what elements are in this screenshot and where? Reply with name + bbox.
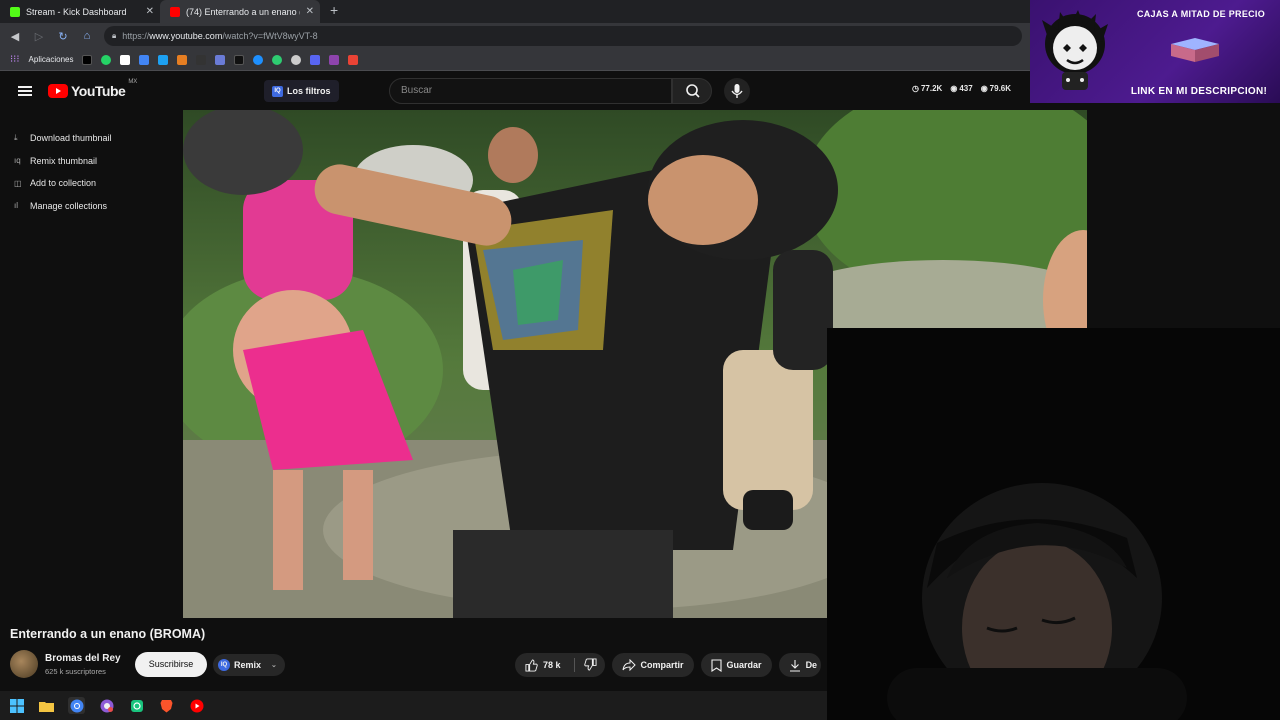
bookmark-icon[interactable] [82, 54, 93, 65]
bookmark-icon [710, 658, 722, 672]
download-icon: ⤓ [14, 133, 18, 143]
youtube-icon [170, 6, 180, 17]
close-tab-icon[interactable]: ✕ [306, 6, 314, 17]
kick-icon [10, 6, 20, 17]
file-explorer-icon[interactable] [38, 697, 55, 714]
share-button[interactable]: Compartir [611, 653, 694, 677]
thumbs-up-icon [525, 658, 538, 672]
thumbnail-extension-menu: ⤓ Download thumbnail ıq Remix thumbnail … [0, 127, 132, 217]
iq-icon: IQ [272, 85, 283, 97]
chrome-icon[interactable] [68, 697, 85, 714]
bookmark-icon[interactable] [158, 54, 169, 65]
thumbs-down-icon [583, 657, 597, 671]
menu-icon[interactable] [18, 84, 32, 98]
windows-start-icon[interactable] [8, 697, 25, 714]
whatsapp-icon[interactable] [101, 54, 112, 65]
tab-youtube-video[interactable]: (74) Enterrando a un enano (BRO ✕ [160, 0, 320, 23]
bookmark-icon[interactable] [139, 54, 150, 65]
promo-bottom-text: LINK EN MI DESCRIPCION! [1130, 86, 1268, 97]
eye-icon: ◉ [980, 84, 988, 93]
gmail-icon[interactable] [348, 54, 359, 65]
views-icon: ◷ [912, 84, 919, 93]
search-input[interactable]: Buscar [389, 78, 672, 104]
divider [573, 658, 575, 672]
bookmark-icon[interactable] [272, 54, 283, 65]
back-icon[interactable]: ◀ [8, 30, 22, 43]
search-button[interactable] [672, 78, 712, 104]
download-icon [789, 659, 800, 672]
like-button[interactable]: 78 k [525, 658, 561, 672]
mascot-logo [1042, 10, 1108, 90]
voice-search-button[interactable] [724, 78, 750, 104]
bookmark-icon[interactable] [215, 54, 226, 65]
browser-tab-bar: Stream - Kick Dashboard ✕ (74) Enterrand… [0, 0, 1030, 23]
lock-icon: 🔒︎ [112, 31, 117, 40]
tab-kick-dashboard[interactable]: Stream - Kick Dashboard ✕ [0, 0, 160, 23]
avatar[interactable] [10, 650, 38, 678]
remix-button[interactable]: IQ Remix ⌄ [213, 654, 285, 676]
channel-info[interactable]: Bromas del Rey 625 k suscriptores [10, 650, 121, 678]
url-text: https://www.youtube.com/watch?v=fWtV8wyV… [122, 31, 318, 41]
stream-stats: ◷ 77.2K ◉ 437 ◉ 79.6K [912, 84, 1012, 93]
close-tab-icon[interactable]: ✕ [146, 6, 154, 17]
subscriber-count: 625 k suscriptores [45, 666, 106, 676]
brave-icon[interactable] [158, 697, 175, 714]
webcam-overlay [827, 328, 1280, 720]
share-icon [622, 659, 636, 671]
youtube-logo[interactable]: YouTube MX [48, 79, 137, 99]
remix-icon: ıq [14, 156, 21, 166]
tab-title: (74) Enterrando a un enano (BRO [186, 6, 300, 17]
bookmark-apps[interactable]: Aplicaciones [29, 55, 74, 64]
address-bar[interactable]: 🔒︎ https://www.youtube.com/watch?v=fWtV8… [104, 26, 1022, 46]
bookmarks-bar: ⁝⁝⁝ Aplicaciones [0, 49, 1030, 71]
subscribe-button[interactable]: Suscribirse [135, 652, 207, 677]
forward-icon[interactable]: ▷ [32, 30, 46, 43]
iq-icon: IQ [218, 659, 230, 671]
bookmark-icon[interactable] [253, 54, 264, 65]
youtube-app-icon[interactable] [188, 697, 205, 714]
collections-icon: ıl [14, 201, 18, 211]
search-icon [686, 84, 700, 98]
bookmark-icon[interactable] [120, 54, 131, 65]
filters-button[interactable]: IQ Los filtros [264, 80, 339, 102]
reload-icon[interactable]: ↻ [56, 30, 70, 43]
apps-grid-icon[interactable]: ⁝⁝⁝ [10, 54, 20, 65]
home-icon[interactable]: ⌂ [80, 30, 94, 42]
browser-toolbar: ◀ ▷ ↻ ⌂ 🔒︎ https://www.youtube.com/watch… [0, 23, 1030, 49]
channel-name[interactable]: Bromas del Rey [45, 653, 121, 664]
eye-icon: ◉ [950, 84, 958, 93]
menu-remix-thumbnail[interactable]: ıq Remix thumbnail [0, 150, 132, 173]
menu-add-to-collection[interactable]: ◫ Add to collection [0, 172, 132, 195]
save-button[interactable]: Guardar [700, 653, 772, 677]
chevron-down-icon[interactable]: ⌄ [271, 661, 277, 669]
bookmark-icon[interactable] [310, 54, 321, 65]
youtube-header: YouTube MX IQ Los filtros Buscar ◷ 77.2K … [0, 72, 1030, 110]
menu-manage-collections[interactable]: ıl Manage collections [0, 195, 132, 218]
video-title: Enterrando a un enano (BROMA) [10, 627, 206, 641]
stream-promo-banner: CAJAS A MITAD DE PRECIO LINK EN MI DESCR… [1030, 0, 1280, 103]
promo-top-text: CAJAS A MITAD DE PRECIO [1136, 9, 1266, 19]
dislike-button[interactable] [583, 657, 597, 673]
chatgpt-icon[interactable] [128, 697, 145, 714]
youtube-play-icon [48, 84, 68, 98]
bookmark-icon[interactable] [234, 54, 245, 65]
menu-download-thumbnail[interactable]: ⤓ Download thumbnail [0, 127, 132, 150]
taskbar [0, 691, 827, 720]
like-dislike-group: 78 k [515, 653, 605, 677]
bookmark-icon[interactable] [291, 54, 302, 65]
bookmark-icon[interactable] [177, 54, 188, 65]
download-button[interactable]: De [778, 653, 822, 677]
bookmark-icon[interactable] [329, 54, 340, 65]
add-collection-icon: ◫ [14, 178, 22, 188]
mystery-box-image [1171, 38, 1219, 62]
bookmark-icon[interactable] [196, 54, 207, 65]
webcam-feed [827, 328, 1280, 720]
microphone-icon [731, 84, 743, 98]
video-actions: 78 k Compartir Guardar De [515, 653, 822, 677]
chrome-profile-icon[interactable] [98, 697, 115, 714]
new-tab-icon[interactable]: + [330, 0, 338, 23]
tab-title: Stream - Kick Dashboard [26, 6, 127, 17]
